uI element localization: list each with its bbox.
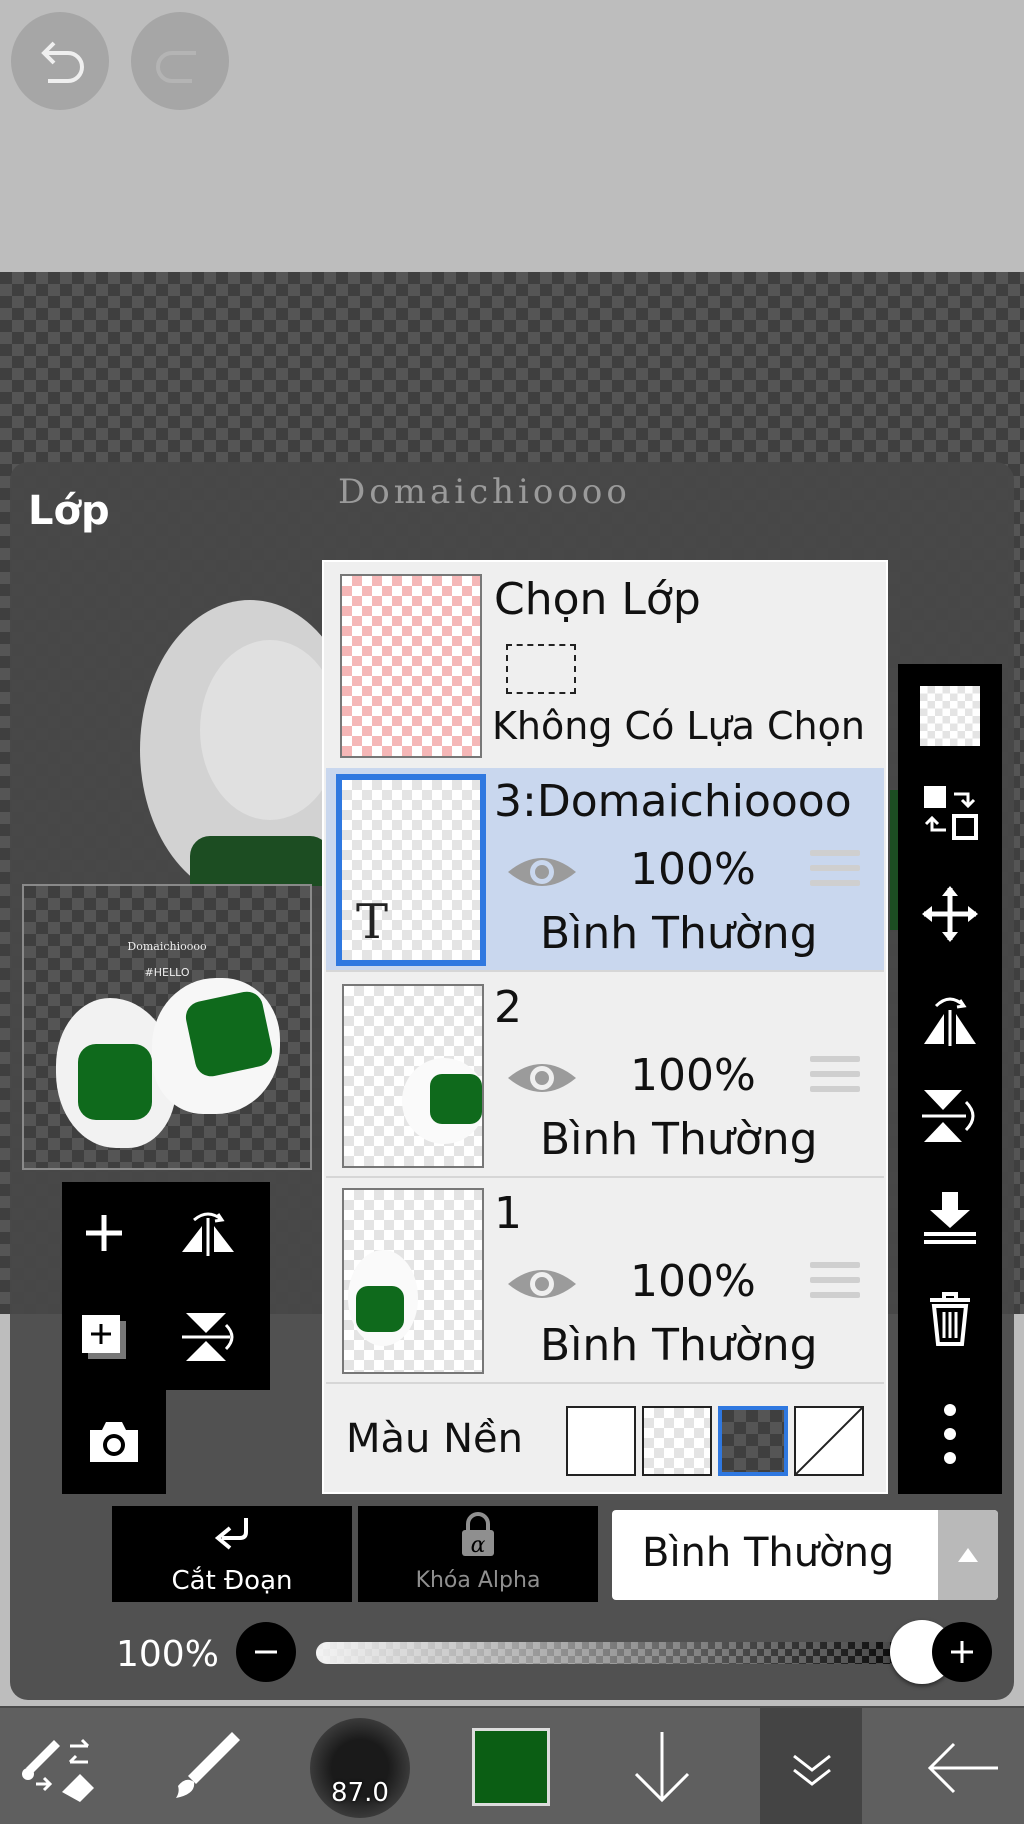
move-icon[interactable]	[920, 884, 980, 944]
selection-layer-title: Chọn Lớp	[494, 574, 701, 625]
bg-option-transparent-light[interactable]	[642, 1406, 712, 1476]
plus-icon	[951, 1641, 973, 1663]
current-color-swatch[interactable]	[472, 1728, 550, 1806]
flip-vertical-icon[interactable]	[920, 1086, 980, 1146]
swap-layer-icon[interactable]	[920, 782, 980, 842]
brush-icon[interactable]	[166, 1722, 250, 1806]
trash-icon[interactable]	[920, 1288, 980, 1348]
layer-row[interactable]: 2 100% Bình Thường	[326, 974, 884, 1178]
plus-icon	[86, 1215, 122, 1251]
reorder-handle-icon[interactable]	[810, 1262, 860, 1306]
visibility-eye-icon[interactable]	[506, 1056, 578, 1100]
background-color-label: Màu Nền	[346, 1416, 523, 1462]
brush-size-value: 87.0	[331, 1778, 389, 1808]
transparency-checker-icon[interactable]	[920, 686, 980, 746]
redo-icon	[156, 51, 196, 83]
canvas-watermark-text: Domaichioooo	[338, 472, 631, 512]
back-arrow-icon[interactable]	[920, 1726, 1004, 1810]
flip-layer-vertical-button[interactable]	[146, 1284, 270, 1390]
selection-layer-subtitle: Không Có Lựa Chọn	[492, 704, 865, 748]
reorder-handle-icon[interactable]	[810, 1056, 860, 1100]
preview-leaf-left	[78, 1044, 152, 1120]
layer-blend-mode: Bình Thường	[540, 1320, 818, 1371]
svg-text:α: α	[471, 1533, 486, 1558]
duplicate-layer-button[interactable]	[62, 1284, 146, 1390]
opacity-label: 100%	[116, 1634, 219, 1675]
redo-button[interactable]	[131, 12, 229, 110]
artwork-rice	[200, 640, 340, 820]
blend-mode-dropdown-button[interactable]	[938, 1510, 998, 1600]
clipping-arrow-icon	[214, 1518, 248, 1550]
diagonal-slash-icon	[796, 1408, 862, 1474]
preview-leaf-right	[182, 988, 276, 1080]
clipping-label: Cắt Đoạn	[171, 1566, 293, 1596]
lock-alpha-icon: α	[462, 1512, 494, 1558]
layer-thumbnail	[342, 1188, 484, 1374]
bg-option-none[interactable]	[794, 1406, 864, 1476]
brush-size-indicator[interactable]: 87.0	[310, 1718, 410, 1818]
layer-blend-mode: Bình Thường	[540, 1114, 818, 1165]
blend-mode-select[interactable]: Bình Thường	[612, 1510, 998, 1600]
minus-icon	[255, 1650, 277, 1654]
flip-layer-horizontal-button[interactable]	[146, 1182, 270, 1284]
bg-option-white[interactable]	[566, 1406, 636, 1476]
thumb-leaf	[356, 1286, 404, 1332]
undo-button[interactable]	[11, 12, 109, 110]
selection-layer-thumbnail	[340, 574, 482, 758]
flip-horizontal-icon[interactable]	[920, 988, 980, 1048]
clipping-button[interactable]: Cắt Đoạn	[112, 1506, 352, 1602]
flip-vertical-icon	[182, 1313, 234, 1361]
layer-name: 3:Domaichioooo	[494, 776, 852, 827]
text-layer-badge: T	[356, 894, 389, 950]
merge-down-icon[interactable]	[920, 1188, 980, 1248]
triangle-up-icon	[958, 1548, 978, 1562]
layer-thumbnail: T	[336, 774, 486, 966]
selection-marquee-icon	[506, 644, 576, 694]
blend-mode-value: Bình Thường	[642, 1530, 895, 1576]
bg-option-transparent-dark[interactable]	[718, 1406, 788, 1476]
reorder-handle-icon[interactable]	[810, 850, 860, 894]
background-color-row: Màu Nền	[326, 1386, 884, 1490]
thumb-leaf	[430, 1074, 482, 1124]
undo-icon	[41, 41, 84, 83]
visibility-eye-icon[interactable]	[506, 850, 578, 894]
arrow-down-icon[interactable]	[620, 1726, 704, 1810]
panel-title: Lớp	[28, 488, 110, 534]
preview-text: #HELLO	[144, 966, 190, 979]
layer-row[interactable]: 1 100% Bình Thường	[326, 1180, 884, 1384]
artwork-leaf	[190, 836, 330, 886]
opacity-decrease-button[interactable]	[236, 1622, 296, 1682]
brush-eraser-swap-icon[interactable]	[18, 1722, 102, 1806]
opacity-increase-button[interactable]	[932, 1622, 992, 1682]
more-options-icon[interactable]	[920, 1404, 980, 1464]
bottom-toolbar: 87.0	[0, 1706, 1024, 1824]
preview-text: Domaichioooo	[127, 940, 207, 953]
layer-row[interactable]: T 3:Domaichioooo 100% Bình Thường	[326, 768, 884, 972]
visibility-eye-icon[interactable]	[506, 1262, 578, 1306]
layer-opacity: 100%	[630, 844, 756, 895]
layer-name: 1	[494, 1188, 522, 1239]
alpha-lock-button[interactable]: α Khóa Alpha	[358, 1506, 598, 1602]
double-chevron-down-icon	[793, 1754, 831, 1786]
layer-blend-mode: Bình Thường	[540, 908, 818, 959]
canvas-preview[interactable]: Domaichioooo #HELLO	[22, 884, 312, 1170]
flip-horizontal-icon	[182, 1212, 234, 1256]
layer-thumbnail	[342, 984, 484, 1168]
alpha-lock-label: Khóa Alpha	[415, 1568, 541, 1593]
layer-name: 2	[494, 982, 522, 1033]
add-layer-button[interactable]	[62, 1182, 146, 1284]
selection-layer-row[interactable]: Chọn Lớp Không Có Lựa Chọn	[326, 564, 884, 766]
layer-tools-toolbar	[898, 664, 1002, 1494]
opacity-slider-track[interactable]	[316, 1642, 926, 1664]
duplicate-layer-icon	[82, 1315, 126, 1359]
camera-icon	[90, 1422, 138, 1462]
import-photo-button[interactable]	[62, 1390, 166, 1494]
layer-opacity: 100%	[630, 1256, 756, 1307]
layer-panel-toggle[interactable]	[760, 1708, 862, 1824]
top-area	[0, 0, 1024, 272]
layer-opacity: 100%	[630, 1050, 756, 1101]
